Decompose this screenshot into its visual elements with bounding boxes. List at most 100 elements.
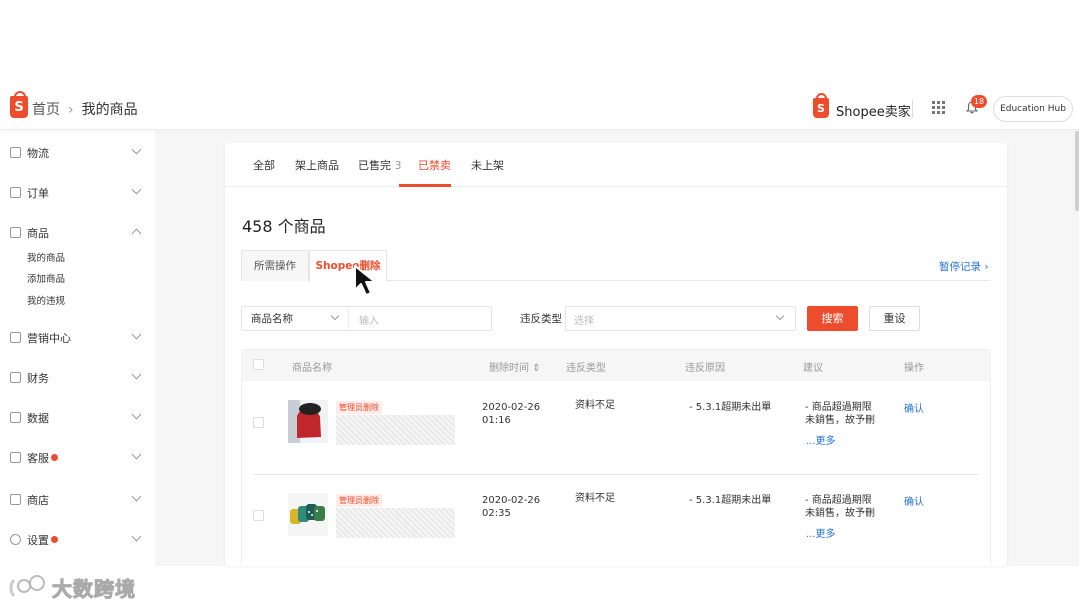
- th-delete-time[interactable]: 删除时间 ⇕: [489, 359, 541, 374]
- chevron-down-icon: [131, 369, 142, 380]
- product-thumbnail[interactable]: [288, 400, 328, 443]
- sidebar-item-label-text: 设置: [27, 534, 49, 547]
- bag-icon: [10, 227, 21, 238]
- chat-icon: [10, 452, 21, 463]
- sidebar-item-label: 商店: [27, 494, 49, 507]
- education-hub-button[interactable]: Education Hub: [993, 96, 1073, 122]
- sidebar-item-shop[interactable]: 商店: [0, 488, 155, 512]
- violation-type-select[interactable]: 选择: [565, 306, 796, 331]
- sidebar-item-label: 客服: [27, 450, 58, 466]
- chevron-down-icon: [330, 311, 340, 321]
- product-thumbnail[interactable]: [288, 493, 328, 536]
- breadcrumb-home[interactable]: 首页: [32, 102, 60, 118]
- tab-soldout[interactable]: 已售完 3: [358, 157, 402, 173]
- tab-all[interactable]: 全部: [253, 157, 275, 173]
- product-name-input[interactable]: 输入: [348, 306, 492, 331]
- chevron-right-icon: ›: [984, 261, 989, 273]
- th-suggestion: 建议: [803, 363, 823, 374]
- chevron-down-icon: [775, 311, 785, 321]
- reset-button[interactable]: 重设: [869, 306, 920, 331]
- page-scrollbar[interactable]: [1075, 131, 1079, 211]
- sidebar-item-finance[interactable]: 财务: [0, 366, 155, 390]
- delete-time: 02:35: [482, 508, 511, 519]
- th-violation-type: 违反类型: [566, 363, 606, 374]
- search-button[interactable]: 搜索: [807, 306, 858, 331]
- violation-type-label: 违反类型: [520, 313, 562, 325]
- tab-banned[interactable]: 已禁卖: [418, 157, 451, 173]
- active-tab-indicator: [399, 184, 451, 187]
- sort-icon: ⇕: [532, 363, 541, 374]
- tab-live[interactable]: 架上商品: [295, 157, 339, 173]
- more-link[interactable]: ...更多: [806, 525, 836, 540]
- sidebar-item-settings[interactable]: 设置: [0, 528, 155, 552]
- header-divider: [912, 100, 913, 118]
- sidebar-item-data[interactable]: 数据: [0, 406, 155, 430]
- suggestion-line-1: - 商品超過期限: [805, 495, 872, 506]
- products-card: 全部 架上商品 已售完 3 已禁卖 未上架 458 个商品 所需操作 Shope…: [225, 143, 1007, 566]
- tab-soldout-count: 3: [394, 159, 402, 172]
- tab-soldout-label: 已售完: [358, 159, 391, 172]
- blurred-product-name: [336, 508, 455, 538]
- sidebar-item-logistics[interactable]: 物流: [0, 141, 155, 165]
- sidebar-subitem-my-violations[interactable]: 我的违规: [27, 293, 65, 307]
- sidebar-item-label: 商品: [27, 227, 49, 240]
- admin-deleted-tag: 管理员删除: [336, 401, 382, 414]
- mouse-cursor-icon: [352, 264, 382, 298]
- apps-grid-icon[interactable]: [932, 101, 945, 114]
- more-link[interactable]: ...更多: [806, 432, 836, 447]
- clipboard-icon: [10, 187, 21, 198]
- row-divider: [253, 474, 979, 475]
- blurred-product-name: [336, 415, 455, 445]
- row-checkbox[interactable]: [253, 510, 264, 521]
- row-checkbox[interactable]: [253, 417, 264, 428]
- store-icon: [10, 494, 21, 505]
- sidebar-item-customer-service[interactable]: 客服: [0, 446, 155, 470]
- violation-type: 资料不足: [575, 400, 615, 411]
- breadcrumb-current: 我的商品: [81, 102, 138, 118]
- suggestion-line-1: - 商品超過期限: [805, 402, 872, 413]
- delete-date: 2020-02-26: [482, 495, 541, 506]
- search-field-select[interactable]: 商品名称: [241, 306, 349, 331]
- confirm-link[interactable]: 确认: [904, 400, 924, 415]
- sidebar-item-label-text: 客服: [27, 452, 49, 465]
- admin-deleted-tag: 管理员删除: [336, 494, 382, 507]
- watermark-logo-icon: [8, 574, 48, 600]
- th-product-name: 商品名称: [292, 363, 332, 374]
- th-violation-reason: 违反原因: [685, 363, 725, 374]
- watermark-text: 大数跨境: [52, 577, 136, 602]
- notification-dot-icon: [51, 536, 58, 543]
- deleted-products-table: 商品名称 删除时间 ⇕ 违反类型 违反原因 建议 操作 管理员删除 2020-0…: [241, 349, 991, 566]
- chart-icon: [10, 412, 21, 423]
- violation-type-placeholder: 选择: [574, 316, 594, 327]
- sidebar-item-marketing[interactable]: 营销中心: [0, 326, 155, 350]
- th-action: 操作: [904, 363, 924, 374]
- select-all-checkbox[interactable]: [253, 359, 264, 370]
- status-tabs: 全部 架上商品 已售完 3 已禁卖 未上架: [225, 143, 1007, 187]
- delete-date: 2020-02-26: [482, 402, 541, 413]
- suspension-history-link[interactable]: 暂停记录 ›: [939, 259, 989, 274]
- top-header: S 首页 › 我的商品 S Shopee卖家 18 Education Hub: [0, 88, 1079, 130]
- notification-dot-icon: [51, 454, 58, 461]
- subtab-action-required[interactable]: 所需操作: [241, 250, 309, 281]
- suggestion-line-2: 未銷售，故予刪: [805, 415, 875, 426]
- shopee-logo-icon[interactable]: S: [10, 91, 28, 118]
- tag-icon: [10, 332, 21, 343]
- breadcrumb: 首页 › 我的商品: [32, 99, 138, 119]
- sidebar-item-products[interactable]: 商品: [0, 221, 155, 245]
- chevron-down-icon: [131, 184, 142, 195]
- seller-name[interactable]: Shopee卖家: [836, 101, 911, 120]
- shopee-seller-logo-icon: S: [813, 93, 829, 118]
- product-count: 458 个商品: [242, 217, 326, 236]
- sidebar-subitem-my-products[interactable]: 我的商品: [27, 250, 65, 264]
- confirm-link[interactable]: 确认: [904, 493, 924, 508]
- suspension-history-label: 暂停记录: [939, 261, 981, 273]
- breadcrumb-separator-icon: ›: [68, 102, 74, 118]
- tab-unlisted[interactable]: 未上架: [471, 157, 504, 173]
- violation-reason: - 5.3.1超期未出單: [689, 495, 772, 506]
- suggestion-line-2: 未銷售，故予刪: [805, 508, 875, 519]
- sidebar-item-label: 数据: [27, 412, 49, 425]
- sidebar-subitem-add-product[interactable]: 添加商品: [27, 271, 65, 285]
- sidebar-item-orders[interactable]: 订单: [0, 181, 155, 205]
- chevron-down-icon: [131, 491, 142, 502]
- chevron-down-icon: [131, 449, 142, 460]
